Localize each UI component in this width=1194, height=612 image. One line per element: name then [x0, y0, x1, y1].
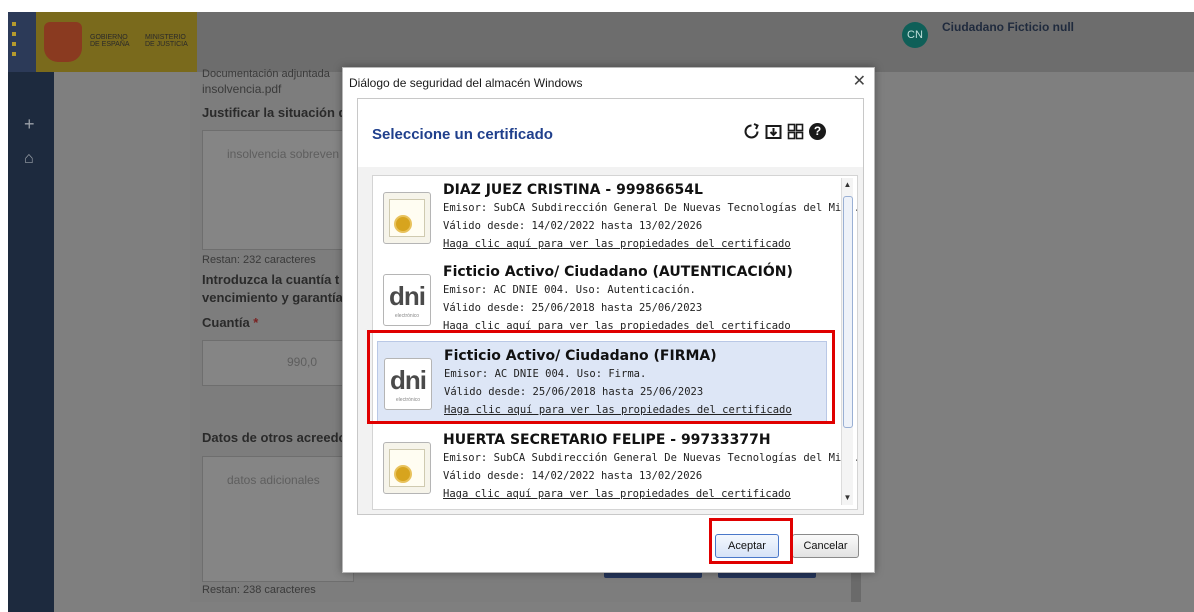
cert-name: Ficticio Activo/ Ciudadano (FIRMA) [444, 348, 717, 364]
eu-flag-strip [8, 12, 36, 72]
home-icon[interactable]: ⌂ [24, 150, 34, 168]
cert-issuer: Emisor: AC DNIE 004. Uso: Firma. [444, 368, 647, 380]
cancel-button[interactable]: Cancelar [792, 534, 859, 558]
details-icon[interactable] [787, 123, 804, 140]
ministry-text-line-2: DE JUSTICIA [145, 41, 188, 48]
required-marker: * [253, 315, 259, 330]
dni-icon: dni electrónico [383, 274, 431, 326]
doc-attached-file[interactable]: insolvencia.pdf [202, 82, 281, 96]
cert-validity: Válido desde: 25/06/2018 hasta 25/06/202… [444, 386, 704, 398]
scroll-thumb[interactable] [843, 196, 853, 428]
cert-properties-link[interactable]: Haga clic aquí para ver las propiedades … [443, 238, 791, 250]
doc-attached-label: Documentación adjuntada [202, 68, 330, 80]
cert-issuer: Emisor: AC DNIE 004. Uso: Autenticación. [443, 284, 696, 296]
additional-data-placeholder: datos adicionales [227, 473, 320, 487]
dni-logo-text: dni [390, 365, 427, 395]
left-nav: + ⌂ [8, 72, 54, 612]
user-name[interactable]: Ciudadano Ficticio null [942, 20, 1074, 34]
cuantia-label-text: Cuantía [202, 315, 250, 330]
scroll-up-icon[interactable]: ▲ [842, 178, 853, 192]
cuantia-label: Cuantía * [202, 315, 258, 330]
cert-issuer: Emisor: SubCA Subdirección General De Nu… [443, 202, 858, 214]
dni-logo-text: dni [389, 281, 426, 311]
remaining-chars-1: Restan: 232 caracteres [202, 254, 316, 266]
list-item[interactable]: HUERTA SECRETARIO FELIPE - 99733377H Emi… [377, 426, 857, 506]
certificate-icon [383, 192, 431, 244]
refresh-icon[interactable] [743, 123, 760, 140]
certificate-list[interactable]: DIAZ JUEZ CRISTINA - 99986654L Emisor: S… [372, 175, 858, 510]
amount-label-line-2: vencimiento y garantía [202, 290, 343, 305]
scroll-down-icon[interactable]: ▼ [842, 491, 853, 505]
certificate-panel-header: Seleccione un certificado ? [358, 99, 863, 167]
dni-logo-subtext: electrónico [395, 397, 421, 403]
cert-validity: Válido desde: 14/02/2022 hasta 13/02/202… [443, 220, 703, 232]
import-icon[interactable] [765, 123, 782, 140]
other-creditors-label: Datos de otros acreedo [202, 430, 347, 445]
cert-validity: Válido desde: 14/02/2022 hasta 13/02/202… [443, 470, 703, 482]
government-logo: GOBIERNO DE ESPAÑA MINISTERIO DE JUSTICI… [8, 12, 197, 72]
list-item-selected[interactable]: dni electrónico Ficticio Activo/ Ciudada… [377, 341, 827, 423]
cert-name: HUERTA SECRETARIO FELIPE - 99733377H [443, 432, 771, 448]
gov-text-line-1: GOBIERNO [90, 34, 128, 41]
justify-value: insolvencia sobreven [227, 147, 340, 161]
dni-logo-subtext: electrónico [394, 313, 420, 319]
dni-icon: dni electrónico [384, 358, 432, 410]
avatar[interactable]: CN [902, 22, 928, 48]
cert-properties-link[interactable]: Haga clic aquí para ver las propiedades … [443, 320, 791, 332]
list-item[interactable]: dni electrónico Ficticio Activo/ Ciudada… [377, 258, 825, 338]
amount-label-line-1: Introduzca la cuantía t [202, 272, 340, 287]
cert-properties-link[interactable]: Haga clic aquí para ver las propiedades … [444, 404, 792, 416]
coat-of-arms-icon [44, 22, 82, 62]
list-item[interactable]: DIAZ JUEZ CRISTINA - 99986654L Emisor: S… [377, 176, 857, 256]
list-scrollbar[interactable]: ▲ ▼ [841, 178, 853, 505]
ministry-text-line-1: MINISTERIO [145, 34, 186, 41]
gov-text-line-2: DE ESPAÑA [90, 41, 130, 48]
accept-button[interactable]: Aceptar [715, 534, 779, 558]
cert-properties-link[interactable]: Haga clic aquí para ver las propiedades … [443, 488, 791, 500]
certificate-icon [383, 442, 431, 494]
add-icon[interactable]: + [24, 114, 35, 135]
help-icon[interactable]: ? [809, 123, 826, 140]
cert-name: DIAZ JUEZ CRISTINA - 99986654L [443, 182, 703, 198]
certificate-panel: Seleccione un certificado ? DIAZ JUEZ CR… [357, 98, 864, 515]
app-header: GOBIERNO DE ESPAÑA MINISTERIO DE JUSTICI… [8, 12, 1194, 72]
close-icon[interactable]: ✕ [853, 71, 866, 91]
select-certificate-heading: Seleccione un certificado [372, 126, 553, 143]
justify-label: Justificar la situación d [202, 105, 347, 120]
justify-textarea[interactable]: insolvencia sobreven [202, 130, 354, 250]
cuantia-value: 990,0 [287, 355, 318, 369]
cuantia-input[interactable]: 990,0 [202, 340, 354, 386]
cert-name: Ficticio Activo/ Ciudadano (AUTENTICACIÓ… [443, 264, 793, 280]
cert-validity: Válido desde: 25/06/2018 hasta 25/06/202… [443, 302, 703, 314]
remaining-chars-2: Restan: 238 caracteres [202, 584, 316, 596]
security-dialog: Diálogo de seguridad del almacén Windows… [342, 67, 875, 573]
additional-data-textarea[interactable]: datos adicionales [202, 456, 354, 582]
dialog-title: Diálogo de seguridad del almacén Windows [349, 76, 583, 90]
cert-issuer: Emisor: SubCA Subdirección General De Nu… [443, 452, 858, 464]
